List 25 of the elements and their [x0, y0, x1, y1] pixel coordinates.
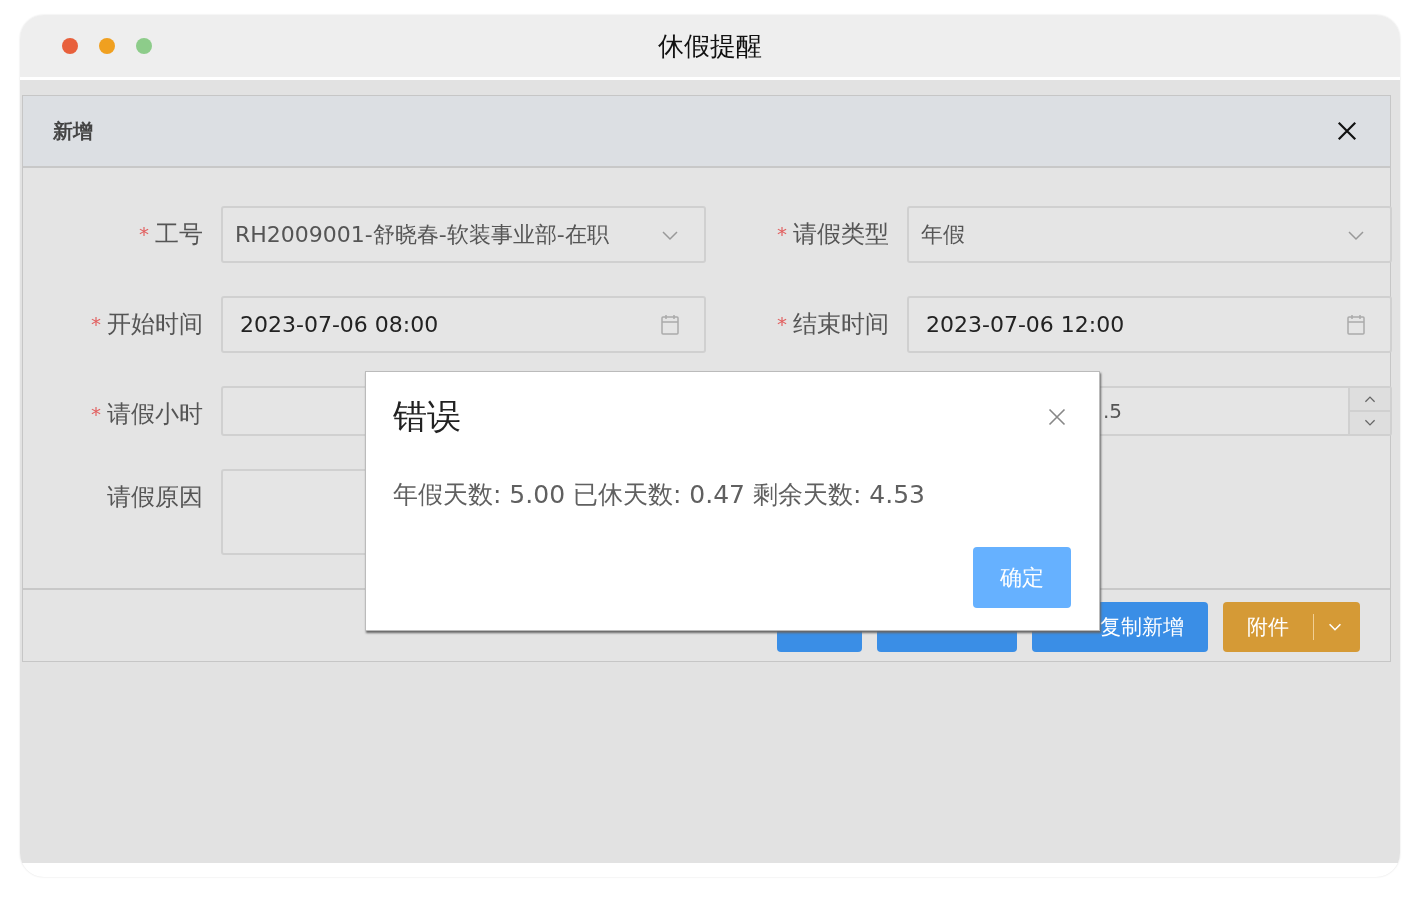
window-control-dot[interactable] [62, 38, 78, 54]
field-label: 请假原因 [107, 482, 203, 513]
dialog-title: 新增 [53, 117, 93, 145]
select-field[interactable]: RH2009001-舒晓春-软装事业部-在职 [221, 206, 706, 263]
window-control-dot[interactable] [136, 38, 152, 54]
close-icon[interactable] [1336, 120, 1358, 142]
calendar-icon [1346, 312, 1366, 337]
date-field[interactable]: 2023-07-06 12:00 [907, 296, 1392, 353]
dialog-title: 错误 [393, 395, 461, 438]
required-asterisk: * [91, 312, 101, 336]
field-label: 请假类型 [793, 219, 889, 250]
required-asterisk: * [139, 222, 149, 246]
required-asterisk: * [91, 402, 101, 426]
window-title: 休假提醒 [658, 29, 762, 63]
field-label: 请假小时 [107, 399, 203, 430]
field-label: 结束时间 [793, 309, 889, 340]
date-field[interactable]: 2023-07-06 08:00 [221, 296, 706, 353]
calendar-icon [660, 312, 680, 337]
window-control-dot[interactable] [99, 38, 115, 54]
field-label: 开始时间 [107, 309, 203, 340]
select-field[interactable]: 年假 [907, 206, 1392, 263]
required-asterisk: * [777, 222, 787, 246]
field-label: 工号 [155, 219, 203, 250]
error-message: 年假天数: 5.00 已休天数: 0.47 剩余天数: 4.53 [393, 479, 926, 511]
required-asterisk: * [777, 312, 787, 336]
